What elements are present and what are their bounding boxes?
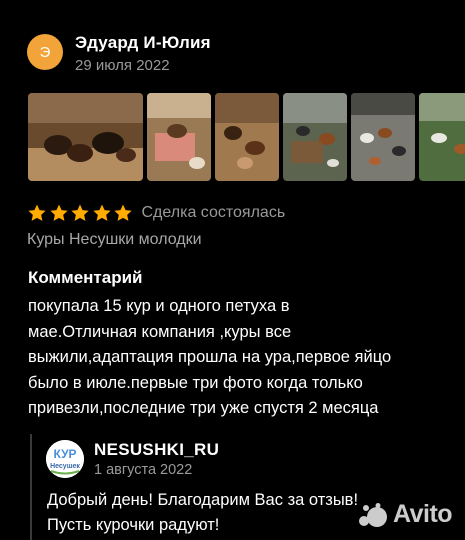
avito-logo-icon: [359, 502, 387, 527]
star-icon: [92, 204, 111, 221]
seller-logo-top: КУР: [53, 447, 76, 461]
avito-wordmark: Avito: [393, 500, 453, 528]
avito-watermark: Avito: [358, 500, 453, 529]
review-photo-4[interactable]: [283, 93, 347, 181]
seller-name[interactable]: NESUSHKI_RU: [94, 440, 219, 460]
seller-reply-date: 1 августа 2022: [94, 462, 193, 478]
reviewer-name[interactable]: Эдуард И-Юлия: [75, 33, 211, 53]
review-photo-1[interactable]: [28, 93, 143, 181]
review-photo-2[interactable]: [147, 93, 211, 181]
comment-line: привезли,последние три уже спустя 2 меся…: [28, 399, 379, 417]
reply-divider: [30, 434, 32, 540]
star-icon: [71, 204, 89, 221]
comment-line: мае.Отличная компания ,куры все: [28, 322, 292, 341]
avatar-letter: Э: [39, 43, 51, 61]
reviewer-avatar[interactable]: Э: [27, 34, 63, 70]
comment-line: покупала 15 кур и одного петуха в: [28, 297, 290, 315]
star-icon: [49, 204, 68, 221]
review-photo-3[interactable]: [215, 93, 279, 181]
seller-logo-bottom: Несушек: [50, 463, 80, 470]
comment-title: Комментарий: [28, 268, 143, 287]
review-photo-6[interactable]: [419, 93, 465, 181]
deal-status: Сделка состоялась: [141, 204, 286, 221]
rating: Сделка состоялась: [27, 203, 285, 223]
comment-line: выжили,адаптация прошла на ура,первое яй…: [28, 348, 392, 366]
star-icon: [114, 204, 132, 221]
review-photo-5[interactable]: [351, 93, 415, 181]
review-date: 29 июля 2022: [75, 57, 170, 74]
review-category: Куры Несушки молодки: [27, 231, 202, 248]
seller-logo[interactable]: КУР Несушек: [46, 440, 84, 478]
review-photos: [28, 93, 465, 181]
comment-text: покупала 15 кур и одного петуха в мае.От…: [28, 294, 465, 422]
star-icon: [28, 204, 46, 221]
comment-line: было в июле.первые три фото когда только: [28, 373, 363, 392]
